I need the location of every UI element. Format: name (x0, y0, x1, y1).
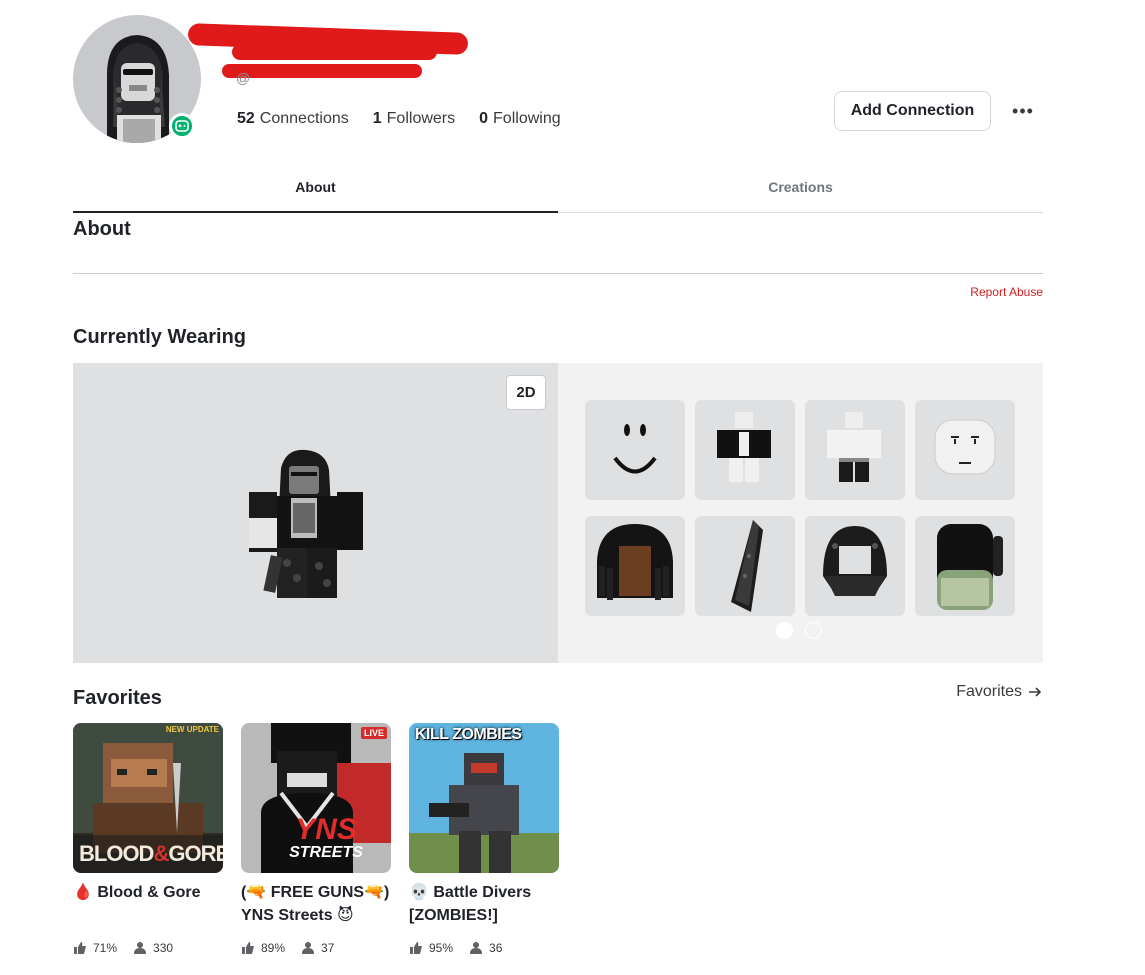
game-rating: 95% (429, 941, 454, 955)
avatar-3d-viewer[interactable]: 2D (73, 363, 558, 663)
hood-item-icon[interactable] (805, 516, 905, 616)
shirt-item-icon[interactable] (695, 400, 795, 500)
smile-face-icon[interactable] (585, 400, 685, 500)
game-badge: KILL ZOMBIES (415, 726, 522, 743)
game-players: 37 (321, 941, 335, 955)
game-thumbnail[interactable]: LIVE YNS STREETS (241, 723, 391, 873)
carousel-pagination (776, 622, 822, 639)
pants-item-icon[interactable] (805, 400, 905, 500)
head-item-icon[interactable] (915, 400, 1015, 500)
thumbs-up-icon (410, 942, 422, 954)
game-thumbnail[interactable]: NEW UPDATE BLOOD&GORE (73, 723, 223, 873)
online-gamepad-icon (169, 113, 195, 139)
game-card[interactable]: NEW UPDATE BLOOD&GORE 🩸 Blood & Gore 71%… (73, 723, 223, 955)
tab-about[interactable]: About (73, 170, 558, 213)
game-title[interactable]: 🩸 Blood & Gore (73, 881, 223, 933)
redaction-mark (222, 64, 422, 78)
game-rating: 89% (261, 941, 286, 955)
scarf-item-icon[interactable] (695, 516, 795, 616)
carousel-dot-page-2[interactable] (805, 622, 822, 639)
game-card[interactable]: KILL ZOMBIES 💀 Battle Divers [ZOMBIES!] … (409, 723, 559, 955)
game-badge: NEW UPDATE (165, 725, 219, 734)
game-rating: 71% (93, 941, 118, 955)
following-stat[interactable]: 0 Following (479, 110, 561, 128)
player-count-icon (134, 942, 147, 954)
currently-wearing-heading: Currently Wearing (73, 326, 246, 348)
more-options-icon[interactable]: ••• (1008, 98, 1038, 124)
game-title[interactable]: 💀 Battle Divers [ZOMBIES!] (409, 881, 559, 933)
profile-avatar[interactable] (73, 15, 201, 143)
avatar-full-body-image (249, 449, 363, 598)
live-badge: LIVE (360, 727, 387, 739)
game-thumb-title: BLOOD&GORE (79, 841, 223, 866)
game-title[interactable]: (🔫 FREE GUNS🔫) YNS Streets 😈 (241, 881, 391, 933)
followers-stat[interactable]: 1 Followers (373, 110, 455, 128)
game-players: 330 (153, 941, 174, 955)
toggle-2d-button[interactable]: 2D (506, 375, 546, 410)
thumbs-up-icon (242, 942, 254, 954)
game-thumb-title: YNS STREETS (289, 813, 363, 861)
hair-item-icon[interactable] (585, 516, 685, 616)
profile-stats: 52 Connections 1 Followers 0 Following (237, 110, 561, 128)
divider (73, 273, 1043, 274)
game-card[interactable]: LIVE YNS STREETS (🔫 FREE GUNS🔫) YNS Stre… (241, 723, 391, 955)
arrow-right-icon (1029, 687, 1042, 697)
player-count-icon (302, 942, 315, 954)
add-connection-button[interactable]: Add Connection (834, 91, 991, 131)
tab-creations[interactable]: Creations (558, 170, 1043, 212)
favorites-link-label: Favorites (956, 683, 1022, 700)
game-stats: 89% 37 (241, 941, 391, 955)
player-count-icon (470, 942, 483, 954)
about-heading: About (73, 218, 131, 240)
carousel-dot-page-1[interactable] (776, 622, 793, 639)
connections-stat[interactable]: 52 Connections (237, 110, 349, 128)
game-players: 36 (489, 941, 503, 955)
profile-tabs: About Creations (73, 170, 1043, 213)
redaction-mark (232, 44, 437, 60)
username-handle: @ (236, 70, 251, 86)
favorite-games-list: NEW UPDATE BLOOD&GORE 🩸 Blood & Gore 71%… (73, 723, 559, 955)
currently-wearing-panel: 2D (73, 363, 1043, 663)
backpack-item-icon[interactable] (915, 516, 1015, 616)
report-abuse-link[interactable]: Report Abuse (970, 285, 1043, 299)
game-stats: 71% 330 (73, 941, 223, 955)
favorites-see-all-link[interactable]: Favorites (956, 683, 1042, 701)
thumbs-up-icon (74, 942, 86, 954)
wearing-items-carousel (558, 363, 1043, 663)
game-thumbnail[interactable]: KILL ZOMBIES (409, 723, 559, 873)
game-stats: 95% 36 (409, 941, 559, 955)
favorites-heading: Favorites (73, 687, 162, 709)
